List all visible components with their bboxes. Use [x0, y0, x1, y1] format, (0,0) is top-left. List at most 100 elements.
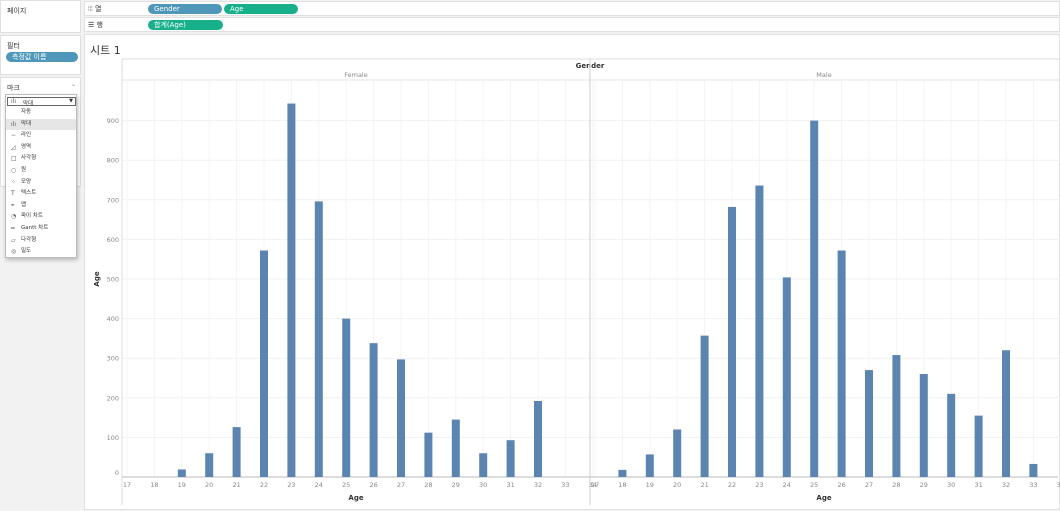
x-tick-label: 20 — [205, 481, 213, 489]
bar-male-age-21 — [700, 335, 709, 477]
columns-pill-gender[interactable]: Gender — [148, 4, 222, 14]
x-tick-label: 32 — [1002, 481, 1010, 489]
x-tick-label: 26 — [369, 481, 377, 489]
x-tick-label: 29 — [920, 481, 928, 489]
mark-type-option-label: 영역 — [21, 143, 32, 150]
mark-type-option[interactable]: ⌖ 맵 — [6, 200, 76, 211]
columns-shelf[interactable]: ⦙⦙⦙ 열 Gender Age — [84, 1, 1060, 16]
x-tick-label: 19 — [178, 481, 186, 489]
filters-panel: 필터 측정값 이름 — [0, 35, 81, 75]
x-tick-label: 24 — [783, 481, 791, 489]
map-icon: ⌖ — [11, 201, 15, 209]
bar-female-age-27 — [397, 359, 405, 477]
mark-type-option-label: 모양 — [21, 178, 32, 185]
bar-female-age-23 — [287, 103, 296, 478]
mark-type-option-label: Gantt 차트 — [21, 225, 49, 231]
columns-shelf-label: ⦙⦙⦙ 열 — [88, 4, 101, 14]
bar-male-age-30 — [947, 393, 956, 477]
y-tick-label: 600 — [107, 236, 119, 244]
filter-pill-measure-names[interactable]: 측정값 이름 — [6, 52, 78, 62]
bar-female-age-22 — [260, 250, 268, 477]
pane-label: Male — [816, 71, 831, 79]
x-tick-label: 21 — [700, 481, 708, 489]
mark-type-option[interactable]: T 텍스트 — [6, 188, 76, 199]
marks-collapse-icon[interactable]: ⌄ — [71, 81, 76, 88]
sheet-area: 시트 1 Gender0100200300400500600700800900A… — [84, 34, 1060, 510]
x-tick-label: 26 — [837, 481, 845, 489]
bar-icon: ılı — [11, 120, 17, 128]
x-tick-label: 32 — [534, 481, 542, 489]
mark-type-dropdown[interactable]: ılı 막대 ▼ 자동 ılı 막대 ∼ 라인 ◿ 영역 □ 사각형 ○ 원 ⁘ 모양 T 텍스트 ⌖ 맵 ◔ 파이… — [5, 94, 77, 258]
mark-type-option[interactable]: 자동 — [6, 107, 76, 118]
x-tick-label: 28 — [892, 481, 900, 489]
bar-male-age-29 — [919, 374, 928, 477]
mark-type-option-label: 사각형 — [21, 155, 37, 162]
mark-type-option[interactable]: ◔ 파이 차트 — [6, 211, 76, 222]
square-icon: □ — [11, 155, 17, 163]
mark-type-option[interactable]: □ 사각형 — [6, 153, 76, 164]
bar-female-age-20 — [205, 453, 214, 477]
bar-female-age-21 — [232, 427, 241, 477]
bar-icon: ılı — [11, 98, 17, 105]
bar-female-age-24 — [314, 201, 323, 477]
x-tick-label: 31 — [974, 481, 982, 489]
x-tick-label: 25 — [342, 481, 350, 489]
shape-icon: ⁘ — [11, 178, 17, 186]
x-tick-label: 18 — [150, 481, 158, 489]
mark-type-option-label: 파이 차트 — [21, 213, 43, 220]
columns-pill-age[interactable]: Age — [224, 4, 298, 14]
x-tick-label: 33 — [1029, 481, 1037, 489]
x-tick-label: 30 — [479, 481, 487, 489]
bar-male-age-19 — [645, 454, 654, 477]
mark-type-option-label: 밀도 — [21, 248, 32, 255]
y-tick-label: 100 — [107, 434, 119, 442]
mark-type-option[interactable]: ◿ 영역 — [6, 142, 76, 153]
polygon-icon: ▱ — [11, 236, 16, 244]
mark-type-option[interactable]: ═ Gantt 차트 — [6, 223, 76, 234]
x-tick-label: 33 — [561, 481, 569, 489]
mark-type-option-label: 원 — [21, 167, 27, 173]
mark-type-option-label: 막대 — [21, 120, 32, 127]
bar-female-age-29 — [451, 419, 460, 477]
mark-type-select[interactable]: ılı 막대 ▼ — [7, 97, 76, 107]
mark-type-option[interactable]: ◎ 밀도 — [6, 246, 76, 257]
mark-type-option[interactable]: ○ 원 — [6, 165, 76, 176]
pie-icon: ◔ — [11, 213, 17, 221]
bar-male-age-27 — [865, 370, 873, 477]
rows-shelf[interactable]: ☰ 행 합계(Age) — [84, 17, 1060, 32]
bar-chart: Gender0100200300400500600700800900AgeFem… — [93, 58, 1060, 505]
mark-type-option[interactable]: ⁘ 모양 — [6, 177, 76, 188]
x-axis-title: Age — [348, 494, 363, 502]
gantt-icon: ═ — [11, 225, 15, 232]
rows-label: 행 — [96, 21, 103, 29]
x-tick-label: 24 — [315, 481, 323, 489]
x-tick-label: 23 — [755, 481, 763, 489]
bar-male-age-33 — [1029, 463, 1038, 477]
x-tick-label: 17 — [123, 481, 131, 489]
x-tick-label: 22 — [728, 481, 736, 489]
bar-male-age-22 — [728, 206, 736, 478]
y-tick-label: 200 — [107, 394, 119, 402]
mark-type-option[interactable]: ∼ 라인 — [6, 130, 76, 141]
y-axis-title: Age — [93, 271, 101, 286]
mark-type-option[interactable]: ▱ 다각형 — [6, 235, 76, 246]
x-tick-label: 18 — [618, 481, 626, 489]
y-tick-label: 300 — [107, 355, 119, 363]
filters-title: 필터 — [7, 42, 20, 50]
bar-female-age-19 — [177, 469, 186, 477]
y-tick-label: 500 — [107, 276, 119, 284]
bar-male-age-24 — [782, 277, 791, 477]
x-tick-label: 23 — [287, 481, 295, 489]
x-tick-label: 19 — [646, 481, 654, 489]
columns-label: 열 — [94, 5, 102, 13]
y-tick-label: 900 — [107, 117, 119, 125]
bar-male-age-28 — [892, 355, 901, 477]
rows-pill-sum-age[interactable]: 합계(Age) — [148, 20, 223, 30]
y-tick-label: 0 — [115, 469, 119, 477]
mark-type-option[interactable]: ılı 막대 — [6, 118, 76, 130]
y-tick-label: 400 — [107, 315, 119, 323]
pages-title: 페이지 — [7, 7, 27, 15]
y-tick-label: 700 — [107, 196, 119, 204]
bar-male-age-20 — [673, 429, 682, 477]
mark-type-selected: 막대 — [23, 101, 34, 107]
